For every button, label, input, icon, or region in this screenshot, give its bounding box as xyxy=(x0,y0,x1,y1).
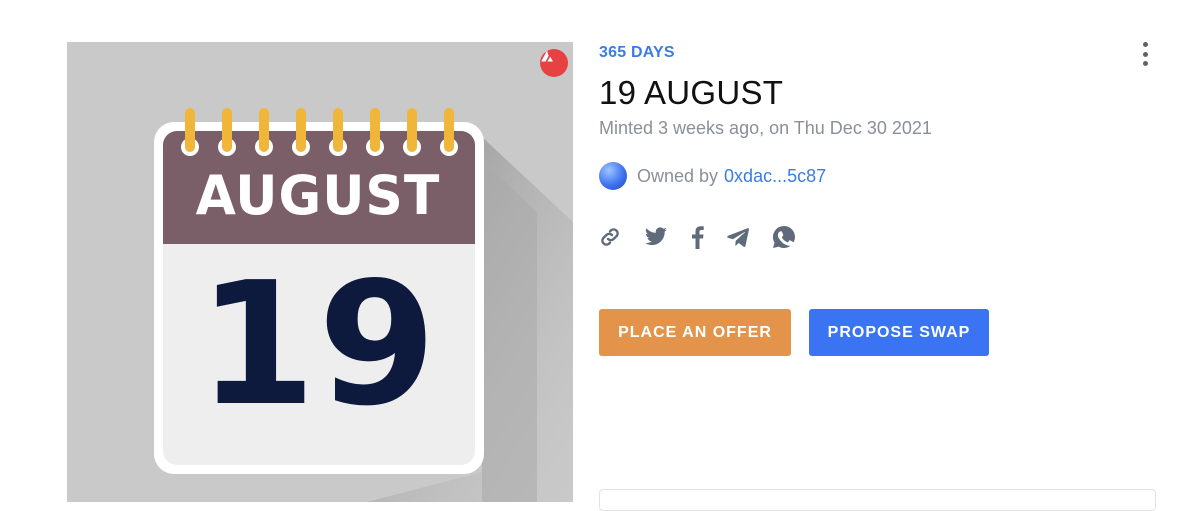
calendar-day-number: 19 xyxy=(197,246,439,444)
more-vertical-icon[interactable] xyxy=(1134,42,1156,66)
nft-title: 19 AUGUST xyxy=(599,74,784,111)
nft-artwork[interactable]: AUGUST 19 xyxy=(67,42,573,502)
owner-row: Owned by 0xdac...5c87 xyxy=(599,162,826,190)
collection-link[interactable]: 365 DAYS xyxy=(599,44,675,62)
link-icon[interactable] xyxy=(597,224,623,250)
owner-address-link[interactable]: 0xdac...5c87 xyxy=(724,166,826,187)
more-dot xyxy=(1142,42,1148,47)
more-dot xyxy=(1142,51,1148,57)
twitter-icon[interactable] xyxy=(643,224,669,250)
owned-by-label: Owned by xyxy=(637,165,719,186)
details-panel-edge xyxy=(599,489,1156,511)
calendar-month-text: AUGUST xyxy=(195,164,441,228)
owner-avatar[interactable] xyxy=(599,162,627,190)
avalanche-logo-icon xyxy=(540,49,568,77)
minted-info: Minted 3 weeks ago, on Thu Dec 30 2021 xyxy=(599,118,932,138)
more-dot xyxy=(1142,61,1148,66)
place-offer-button[interactable]: PLACE AN OFFER xyxy=(599,309,791,356)
facebook-icon[interactable] xyxy=(684,224,710,250)
telegram-icon[interactable] xyxy=(725,224,751,250)
whatsapp-icon[interactable] xyxy=(771,224,797,250)
propose-swap-button[interactable]: PROPOSE SWAP xyxy=(809,309,989,356)
